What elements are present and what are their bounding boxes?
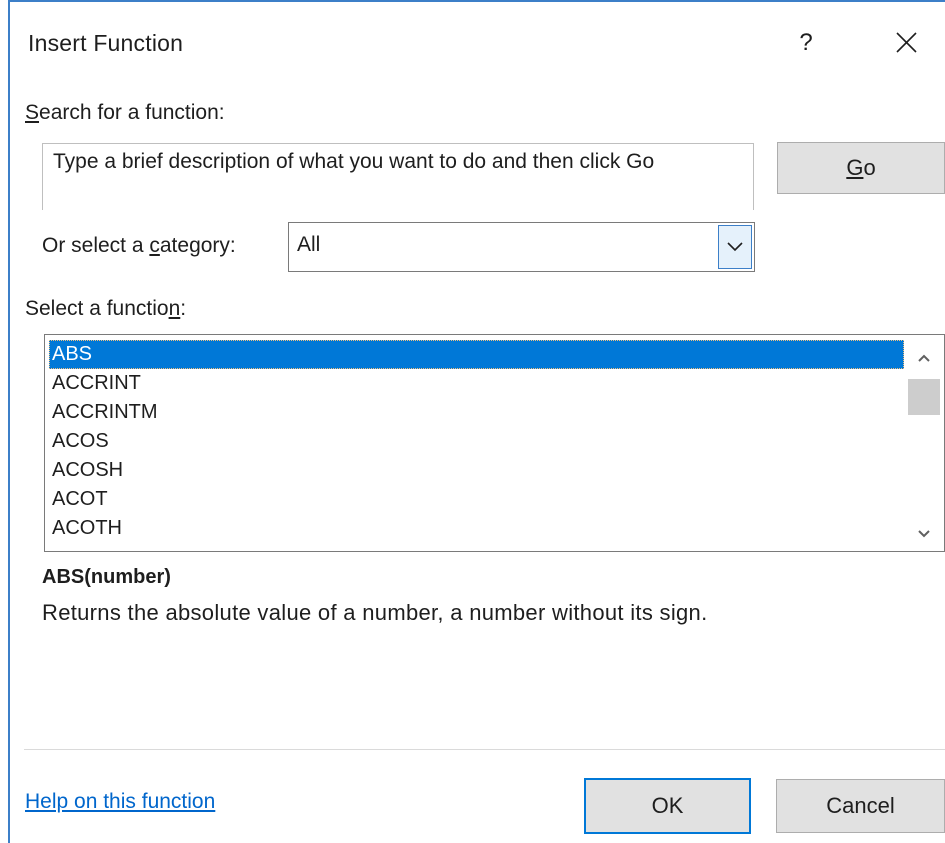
function-list-item[interactable]: ACOS — [49, 427, 904, 456]
function-description: Returns the absolute value of a number, … — [42, 600, 708, 625]
function-list-item[interactable]: ACOSH — [49, 456, 904, 485]
category-select[interactable]: All — [288, 222, 755, 272]
dialog-title: Insert Function — [28, 30, 184, 56]
category-dropdown-button[interactable] — [718, 225, 752, 269]
chevron-up-icon — [918, 354, 930, 362]
footer-divider — [24, 749, 945, 750]
function-list-item[interactable]: ACCRINTM — [49, 398, 904, 427]
function-list-items: ABS ACCRINT ACCRINTM ACOS ACOSH ACOT ACO… — [49, 340, 904, 543]
chevron-down-icon — [727, 242, 743, 252]
close-button[interactable] — [891, 28, 921, 58]
close-icon — [896, 32, 917, 53]
function-listbox[interactable]: ABS ACCRINT ACCRINTM ACOS ACOSH ACOT ACO… — [44, 334, 945, 552]
function-list-item[interactable]: ABS — [49, 340, 904, 369]
question-mark-icon: ? — [799, 29, 813, 56]
function-signature: ABS(number) — [42, 566, 171, 588]
scroll-down-button[interactable] — [904, 521, 944, 549]
scroll-thumb[interactable] — [908, 379, 940, 415]
ok-button[interactable]: OK — [584, 778, 751, 834]
help-button[interactable]: ? — [793, 26, 819, 60]
function-list-item[interactable]: ACOTH — [49, 514, 904, 543]
cancel-button[interactable]: Cancel — [776, 779, 945, 833]
search-label: Search for a function: — [25, 101, 225, 124]
window-frame-top — [8, 0, 945, 2]
chevron-down-icon — [918, 530, 930, 538]
scroll-up-button[interactable] — [904, 343, 944, 371]
category-label: Or select a category: — [42, 234, 236, 257]
function-list-scrollbar[interactable] — [904, 335, 944, 551]
help-on-function-link[interactable]: Help on this function — [25, 790, 215, 814]
insert-function-dialog: Insert Function ? Search for a function:… — [0, 0, 945, 843]
function-list-label: Select a function: — [25, 297, 187, 320]
function-list-item[interactable]: ACOT — [49, 485, 904, 514]
function-list-item[interactable]: ACCRINT — [49, 369, 904, 398]
window-frame-left — [8, 0, 10, 843]
go-button[interactable]: Go — [777, 142, 945, 194]
search-input[interactable]: Type a brief description of what you wan… — [42, 143, 754, 210]
category-selected-value: All — [297, 233, 321, 256]
